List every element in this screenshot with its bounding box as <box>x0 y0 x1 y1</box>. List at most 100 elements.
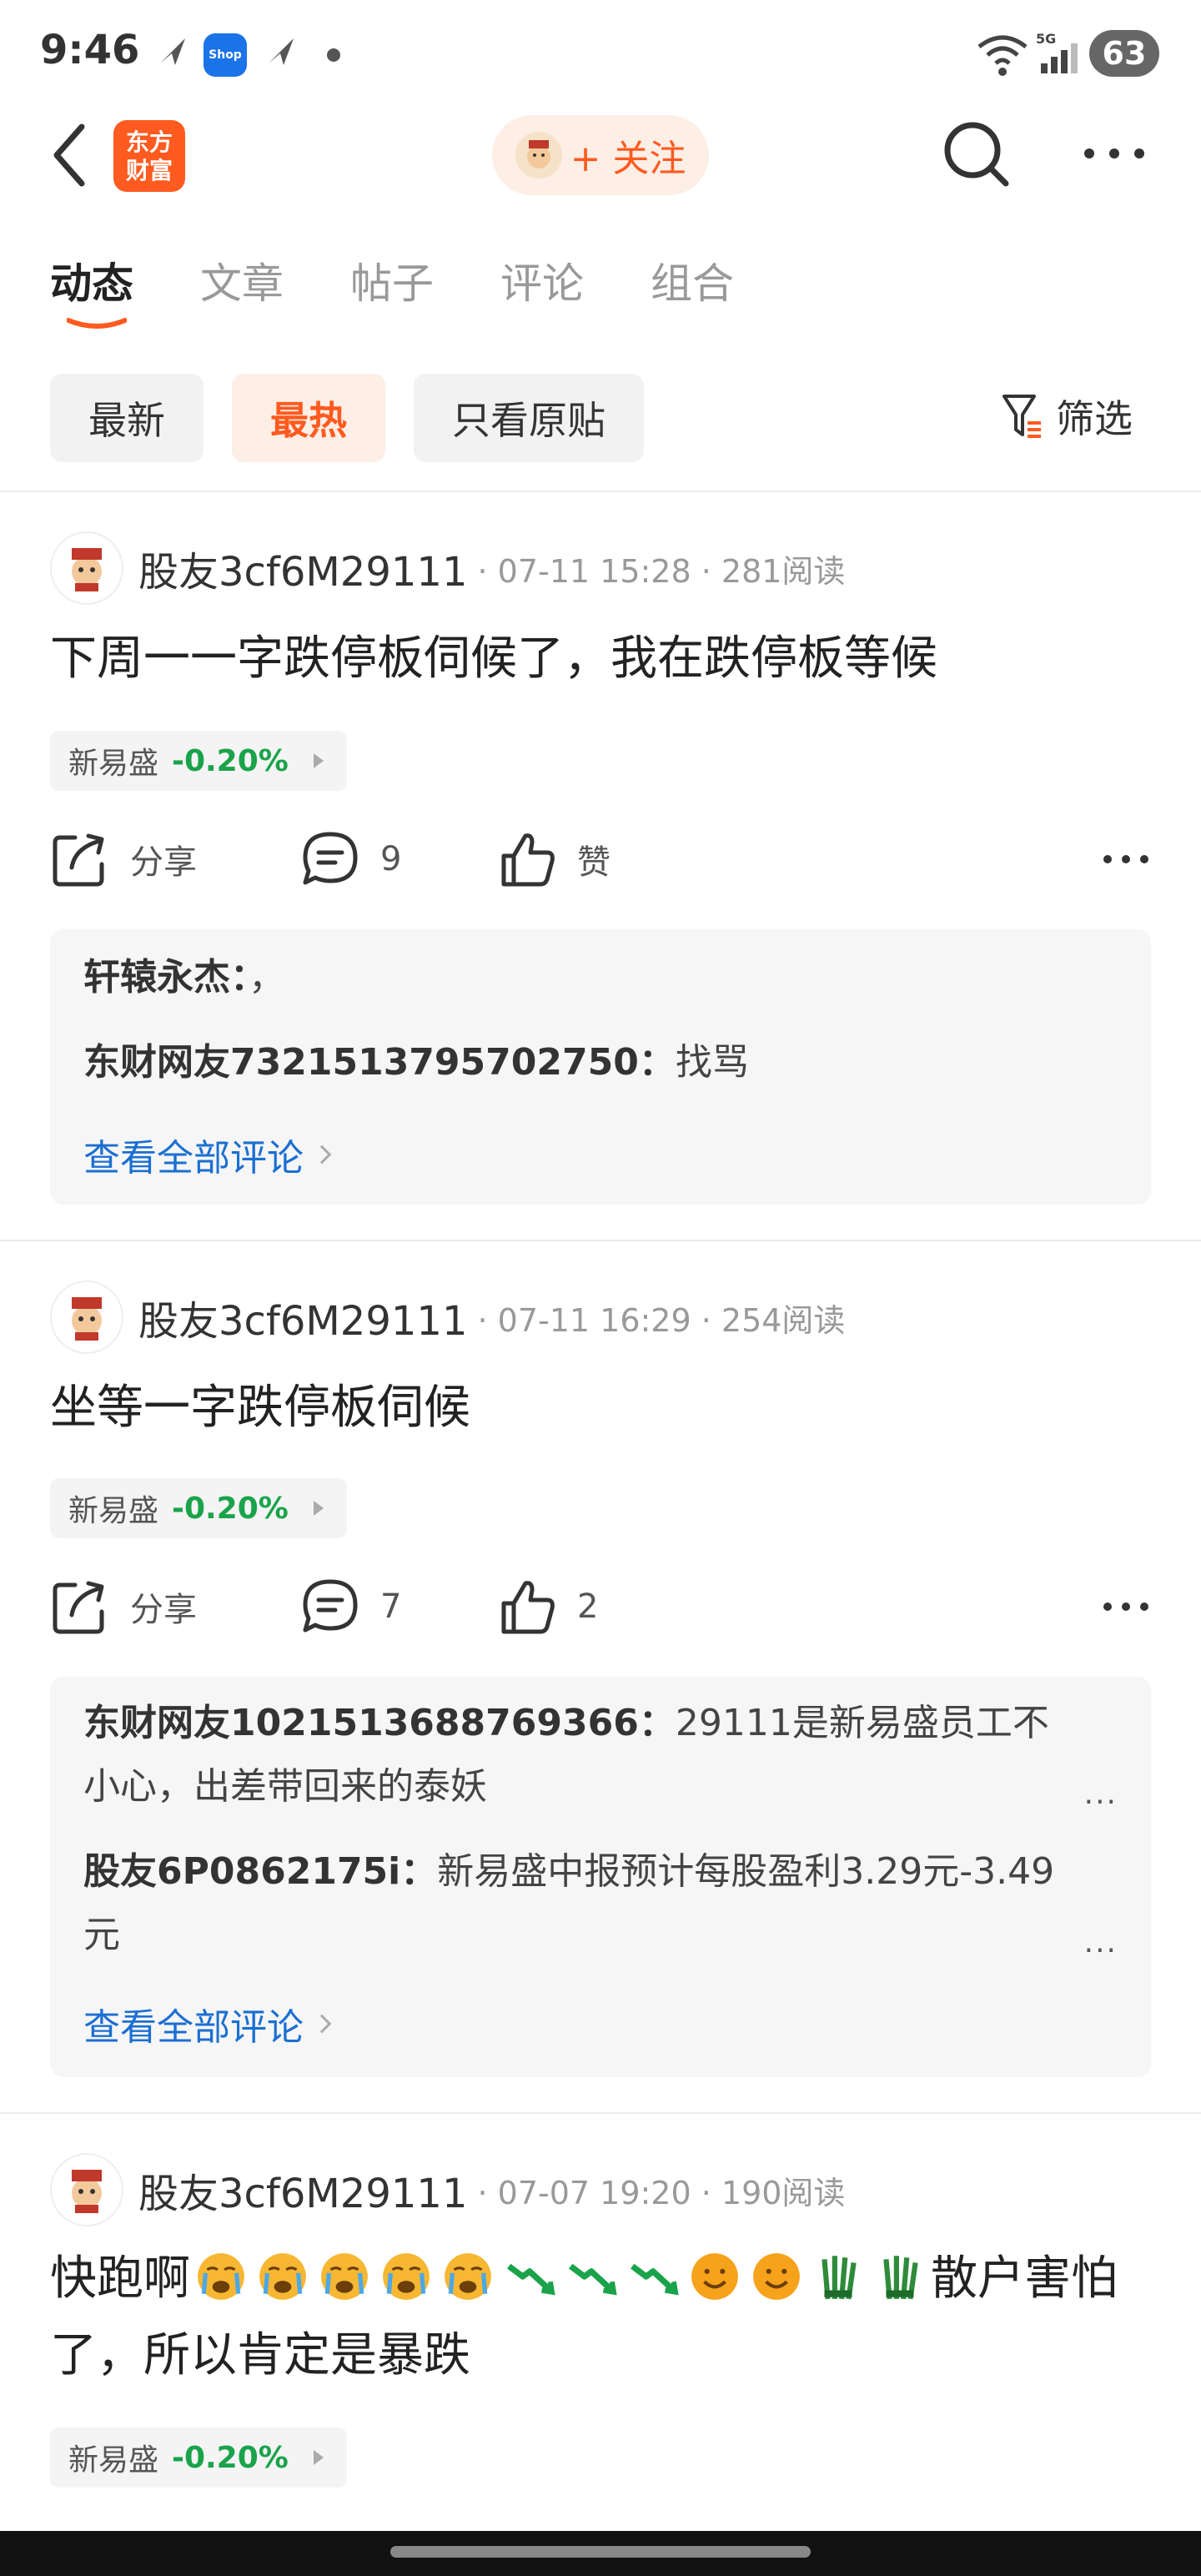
post-content[interactable]: 快跑啊 散户害怕了，所以肯定是暴跌 <box>50 2241 1151 2394</box>
post-actions: 分享 9 赞 <box>50 829 1151 896</box>
post-content[interactable]: 下周一一字跌停板伺候了，我在跌停板等候 <box>50 621 1151 697</box>
stock-name: 新易盛 <box>68 1494 159 1528</box>
comment-item[interactable]: 东财网友1021513688769366：29111是新易盛员工不小心，出差带回… <box>83 1692 1084 1819</box>
status-bar: 9:46 Shop 5G 63 <box>0 0 1201 100</box>
home-indicator[interactable] <box>390 2546 811 2558</box>
stock-change: -0.20% <box>172 743 289 778</box>
tab-label: 组合 <box>651 259 734 308</box>
comment-item[interactable]: 东财网友7321513795702750：找骂 <box>83 1031 1118 1094</box>
author-name[interactable]: 股友3cf6M29111 <box>138 2161 467 2219</box>
chart-decreasing-emoji-icon <box>507 2263 555 2296</box>
share-button[interactable]: 分享 <box>50 829 197 889</box>
post-card[interactable]: 股友3cf6M29111 · 07-07 19:20 · 190阅读 快跑啊 散户… <box>0 2152 1201 2531</box>
post-text-prefix: 快跑啊 <box>50 2251 190 2306</box>
follow-button[interactable]: + 关注 <box>492 115 709 195</box>
filter-label: 筛选 <box>1056 396 1133 441</box>
avatar[interactable] <box>50 531 123 605</box>
comment-button[interactable]: 7 <box>300 1577 401 1637</box>
comment-user[interactable]: 东财网友7321513795702750 <box>83 1041 639 1084</box>
more-options-icon[interactable] <box>1081 137 1148 170</box>
post-meta: · 07-11 15:28 · 281阅读 <box>477 552 846 590</box>
crying-face-emoji-icon <box>198 2253 244 2300</box>
caishen-avatar-icon <box>72 1297 102 1341</box>
post-card[interactable]: 股友3cf6M29111 · 07-11 16:29 · 254阅读 坐等一字跌… <box>0 1280 1201 2080</box>
logo-text-line1: 东方 <box>125 128 173 156</box>
author-name[interactable]: 股友3cf6M29111 <box>138 1288 467 1346</box>
tab-comments[interactable]: 评论 <box>500 250 584 350</box>
crying-face-emoji-icon <box>445 2253 491 2300</box>
comment-separator: ： <box>638 1702 676 1744</box>
tab-articles[interactable]: 文章 <box>200 250 284 350</box>
like-label: 赞 <box>577 843 611 882</box>
section-divider <box>0 491 1201 492</box>
post-meta: · 07-07 19:20 · 190阅读 <box>477 2174 846 2211</box>
play-arrow-icon <box>313 1501 324 1516</box>
logo-text-line2: 财富 <box>125 157 173 184</box>
share-label: 分享 <box>130 843 197 882</box>
dot-icon <box>327 48 340 62</box>
comment-count: 9 <box>380 840 402 878</box>
share-icon <box>53 1581 104 1634</box>
stock-change: -0.20% <box>172 2440 289 2475</box>
comment-button[interactable]: 9 <box>300 829 401 889</box>
play-arrow-icon <box>313 753 324 768</box>
send-icon <box>269 38 294 65</box>
author-name[interactable]: 股友3cf6M29111 <box>138 539 467 597</box>
view-all-comments-link[interactable]: 查看全部评论 <box>83 1997 332 2050</box>
comment-preview: 轩辕永杰：， 东财网友7321513795702750：找骂 查看全部评论 <box>50 929 1151 1205</box>
tab-bar: 动态 文章 帖子 评论 组合 <box>50 250 801 350</box>
post-more-icon[interactable] <box>1101 849 1151 869</box>
view-all-comments-link[interactable]: 查看全部评论 <box>83 1128 332 1181</box>
section-divider <box>0 2112 1201 2114</box>
view-all-label: 查看全部评论 <box>83 1137 304 1180</box>
search-icon[interactable] <box>941 118 1013 190</box>
follow-label: + 关注 <box>570 138 686 180</box>
tab-dynamic[interactable]: 动态 <box>50 250 133 350</box>
comment-user[interactable]: 股友6P0862175i <box>83 1850 400 1893</box>
post-content[interactable]: 坐等一字跌停板伺候 <box>50 1370 1151 1446</box>
comment-separator: ： <box>400 1850 438 1893</box>
sort-hottest-button[interactable]: 最热 <box>232 374 385 462</box>
share-button[interactable]: 分享 <box>50 1577 197 1637</box>
share-label: 分享 <box>130 1591 197 1629</box>
leafy-greens-emoji-icon <box>883 2256 918 2300</box>
comment-item[interactable]: 股友6P0862175i：新易盛中报预计每股盈利3.29元-3.49元 <box>83 1840 1084 1967</box>
comment-user[interactable]: 轩辕永杰 <box>83 956 230 999</box>
sort-latest-button[interactable]: 最新 <box>50 374 204 462</box>
crying-face-emoji-icon <box>383 2253 430 2300</box>
expand-ellipsis[interactable]: ... <box>1084 1777 1118 1811</box>
sort-filters: 最新 最热 只看原贴 <box>50 374 672 462</box>
back-icon[interactable] <box>47 122 93 189</box>
expand-ellipsis[interactable]: ... <box>1084 1925 1118 1960</box>
chevron-right-icon <box>312 1145 332 1165</box>
post-header: 股友3cf6M29111 · 07-11 15:28 · 281阅读 <box>50 531 845 606</box>
like-button[interactable]: 赞 <box>497 829 611 889</box>
view-all-label: 查看全部评论 <box>83 2006 304 2049</box>
post-actions: 分享 7 2 <box>50 1577 1151 1643</box>
comment-item[interactable]: 轩辕永杰：， <box>83 946 1118 1009</box>
post-card[interactable]: 股友3cf6M29111 · 07-11 15:28 · 281阅读 下周一一字… <box>0 531 1201 1206</box>
post-more-icon[interactable] <box>1101 1597 1151 1617</box>
comment-separator: ： <box>230 956 249 999</box>
avatar[interactable] <box>50 2153 123 2226</box>
like-button[interactable]: 2 <box>497 1577 598 1637</box>
svg-text:5G: 5G <box>1036 31 1056 47</box>
wifi-icon <box>977 35 1028 76</box>
thumbs-up-icon <box>501 1581 555 1634</box>
comment-count: 7 <box>380 1587 402 1626</box>
tab-portfolio[interactable]: 组合 <box>651 250 734 350</box>
filter-button[interactable]: 筛选 <box>1001 389 1133 444</box>
comment-user[interactable]: 东财网友1021513688769366 <box>83 1702 639 1744</box>
crying-face-emoji-icon <box>259 2253 306 2300</box>
leafy-greens-emoji-icon <box>822 2256 857 2300</box>
stock-tag[interactable]: 新易盛 -0.20% <box>50 731 347 791</box>
comment-icon <box>303 1579 358 1633</box>
stock-tag[interactable]: 新易盛 -0.20% <box>50 1478 347 1538</box>
stock-tag[interactable]: 新易盛 -0.20% <box>50 2428 347 2488</box>
avatar[interactable] <box>50 1280 123 1354</box>
filter-icon <box>1003 395 1041 438</box>
post-meta: · 07-11 16:29 · 254阅读 <box>477 1301 846 1339</box>
tab-posts[interactable]: 帖子 <box>350 250 434 350</box>
eastmoney-logo[interactable]: 东方 财富 <box>113 120 185 192</box>
original-only-button[interactable]: 只看原贴 <box>414 374 644 462</box>
